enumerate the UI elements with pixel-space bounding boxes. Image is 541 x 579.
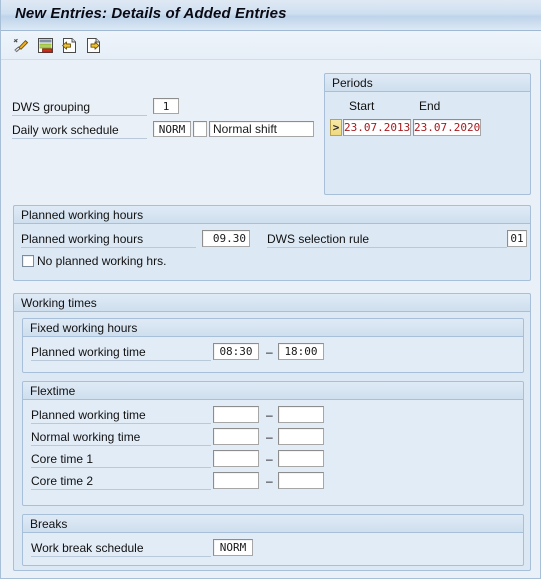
fixed-working-hours-group-title: Fixed working hours bbox=[30, 321, 138, 335]
flextime-planned-working-time-to-input[interactable] bbox=[278, 406, 324, 423]
copy-as-icon[interactable] bbox=[35, 35, 56, 56]
flextime-planned-working-time-label: Planned working time bbox=[31, 408, 211, 424]
window-title-bar: New Entries: Details of Added Entries bbox=[1, 0, 541, 31]
application-toolbar bbox=[1, 31, 541, 60]
breaks-group-header: Breaks bbox=[23, 515, 523, 533]
working-times-group: Working times Fixed working hours Planne… bbox=[13, 293, 531, 571]
flextime-normal-working-time-label: Normal working time bbox=[31, 430, 211, 446]
flextime-core-time-1-separator: – bbox=[266, 452, 273, 466]
planned-working-hours-group: Planned working hours Planned working ho… bbox=[13, 205, 531, 281]
planned-working-hours-group-header: Planned working hours bbox=[14, 206, 530, 224]
flextime-normal-working-time-from-input[interactable] bbox=[213, 428, 259, 445]
flextime-normal-working-time-separator: – bbox=[266, 430, 273, 444]
fixed-planned-working-time-label: Planned working time bbox=[31, 345, 211, 361]
dws-selection-rule-input[interactable]: 01 bbox=[507, 230, 527, 247]
breaks-group: Breaks Work break schedule NORM bbox=[22, 514, 524, 566]
flextime-core-time-1-to-input[interactable] bbox=[278, 450, 324, 467]
planned-working-hours-group-title: Planned working hours bbox=[21, 208, 144, 222]
flextime-group: Flextime Planned working time – Normal w… bbox=[22, 381, 524, 506]
working-times-group-header: Working times bbox=[14, 294, 530, 312]
dws-selection-rule-label: DWS selection rule bbox=[267, 232, 507, 248]
dws-grouping-input[interactable]: 1 bbox=[153, 98, 179, 114]
check-entries-icon[interactable] bbox=[11, 35, 32, 56]
sap-dialog-window: New Entries: Details of Added Entries DW… bbox=[0, 0, 541, 579]
flextime-group-header: Flextime bbox=[23, 382, 523, 400]
flextime-core-time-2-to-input[interactable] bbox=[278, 472, 324, 489]
previous-entry-icon[interactable] bbox=[59, 35, 80, 56]
flextime-planned-working-time-from-input[interactable] bbox=[213, 406, 259, 423]
periods-group: Periods Start End > 23.07.2013 23.07.202… bbox=[324, 73, 531, 195]
fixed-planned-working-time-from-input[interactable]: 08:30 bbox=[213, 343, 259, 360]
flextime-normal-working-time-to-input[interactable] bbox=[278, 428, 324, 445]
fixed-working-hours-group-header: Fixed working hours bbox=[23, 319, 523, 337]
fixed-planned-working-time-to-input[interactable]: 18:00 bbox=[278, 343, 324, 360]
planned-working-hours-label: Planned working hours bbox=[21, 232, 196, 248]
flextime-core-time-2-from-input[interactable] bbox=[213, 472, 259, 489]
daily-work-schedule-variant-input[interactable] bbox=[193, 121, 207, 137]
fixed-planned-working-time-separator: – bbox=[266, 345, 273, 359]
daily-work-schedule-label: Daily work schedule bbox=[12, 123, 147, 139]
breaks-group-title: Breaks bbox=[30, 517, 68, 531]
daily-work-schedule-text-input[interactable]: Normal shift bbox=[209, 121, 314, 137]
flextime-core-time-1-label: Core time 1 bbox=[31, 452, 211, 468]
no-planned-working-hrs-label: No planned working hrs. bbox=[37, 254, 167, 268]
periods-start-column-header: Start bbox=[349, 99, 375, 113]
dws-grouping-label: DWS grouping bbox=[12, 100, 147, 116]
work-break-schedule-input[interactable]: NORM bbox=[213, 539, 253, 556]
periods-group-header: Periods bbox=[325, 74, 530, 92]
period-end-date-input[interactable]: 23.07.2020 bbox=[413, 119, 481, 136]
daily-work-schedule-key-input[interactable]: NORM bbox=[153, 121, 191, 137]
flextime-planned-working-time-separator: – bbox=[266, 408, 273, 422]
flextime-core-time-2-separator: – bbox=[266, 474, 273, 488]
working-times-group-title: Working times bbox=[21, 296, 97, 310]
flextime-core-time-2-label: Core time 2 bbox=[31, 474, 211, 490]
flextime-core-time-1-from-input[interactable] bbox=[213, 450, 259, 467]
next-entry-icon[interactable] bbox=[83, 35, 104, 56]
flextime-group-title: Flextime bbox=[30, 384, 76, 398]
periods-group-title: Periods bbox=[332, 76, 373, 90]
fixed-working-hours-group: Fixed working hours Planned working time… bbox=[22, 318, 524, 373]
period-row-selector-button[interactable]: > bbox=[330, 119, 342, 136]
periods-end-column-header: End bbox=[419, 99, 441, 113]
page-title: New Entries: Details of Added Entries bbox=[15, 5, 287, 22]
period-start-date-input[interactable]: 23.07.2013 bbox=[343, 119, 411, 136]
work-break-schedule-label: Work break schedule bbox=[31, 541, 211, 557]
no-planned-working-hrs-checkbox[interactable] bbox=[22, 255, 34, 267]
planned-working-hours-input[interactable]: 09.30 bbox=[202, 230, 250, 247]
